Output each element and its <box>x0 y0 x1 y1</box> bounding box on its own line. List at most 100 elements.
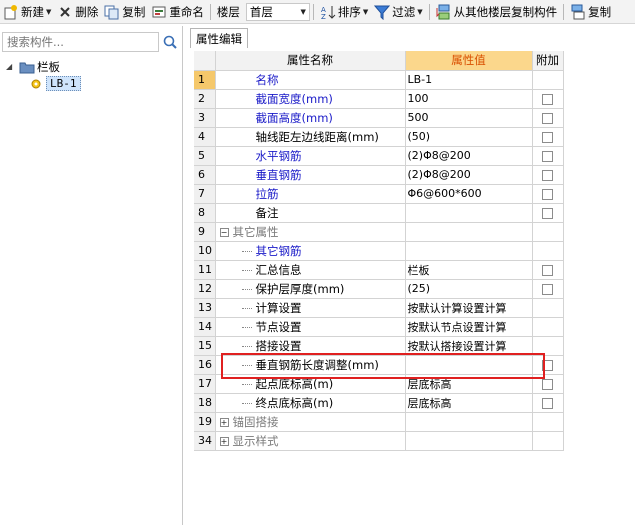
property-row[interactable]: 17 起点底标高(m) 层底标高 <box>194 374 564 394</box>
property-name-label: 节点设置 <box>255 319 302 334</box>
row-number[interactable]: 11 <box>194 260 216 280</box>
row-number[interactable]: 14 <box>194 317 216 337</box>
additional-checkbox[interactable] <box>542 169 553 181</box>
property-value-cell[interactable]: (2)Φ8@200 <box>405 146 533 166</box>
property-value-cell[interactable]: 500 <box>405 108 533 128</box>
collapse-icon[interactable]: − <box>219 227 229 237</box>
additional-checkbox[interactable] <box>542 150 553 162</box>
property-value-cell[interactable]: (25) <box>405 279 533 299</box>
property-value-cell[interactable] <box>405 241 533 261</box>
filter-funnel-icon <box>374 4 391 20</box>
row-number[interactable]: 34 <box>194 431 216 451</box>
property-value-cell[interactable]: 栏板 <box>405 260 533 280</box>
property-value-cell[interactable] <box>405 203 533 223</box>
additional-checkbox[interactable] <box>542 397 553 409</box>
additional-checkbox[interactable] <box>542 264 553 276</box>
row-number[interactable]: 15 <box>194 336 216 356</box>
additional-checkbox[interactable] <box>542 378 553 390</box>
property-value-cell[interactable]: 100 <box>405 89 533 109</box>
row-number[interactable]: 6 <box>194 165 216 185</box>
expand-icon[interactable]: + <box>219 436 229 446</box>
property-value-cell[interactable] <box>405 412 533 432</box>
additional-checkbox[interactable] <box>542 283 553 295</box>
additional-checkbox[interactable] <box>542 188 553 200</box>
additional-checkbox[interactable] <box>542 207 553 219</box>
property-row[interactable]: 5 水平钢筋 (2)Φ8@200 <box>194 146 564 166</box>
floor-select[interactable]: 首层 ▼ <box>245 2 310 21</box>
rename-button[interactable]: 重命名 <box>148 2 207 22</box>
property-row[interactable]: 14 节点设置 按默认节点设置计算 <box>194 317 564 337</box>
row-number[interactable]: 12 <box>194 279 216 299</box>
additional-checkbox[interactable] <box>542 359 553 371</box>
row-number[interactable]: 16 <box>194 355 216 375</box>
property-value-cell[interactable]: LB-1 <box>405 70 533 90</box>
additional-cell <box>532 336 564 356</box>
row-number[interactable]: 3 <box>194 108 216 128</box>
sort-label: 排序 <box>337 4 361 19</box>
property-value-cell[interactable] <box>405 222 533 242</box>
additional-checkbox[interactable] <box>542 112 553 124</box>
property-row[interactable]: 6 垂直钢筋 (2)Φ8@200 <box>194 165 564 185</box>
row-number[interactable]: 18 <box>194 393 216 413</box>
additional-checkbox[interactable] <box>542 131 553 143</box>
property-row[interactable]: 15 搭接设置 按默认搭接设置计算 <box>194 336 564 356</box>
row-number[interactable]: 5 <box>194 146 216 166</box>
property-value-cell[interactable]: 按默认计算设置计算 <box>405 298 533 318</box>
property-value-cell[interactable] <box>405 355 533 375</box>
search-input[interactable] <box>2 32 159 52</box>
row-number[interactable]: 19 <box>194 412 216 432</box>
property-value-cell[interactable]: 层底标高 <box>405 374 533 394</box>
row-number[interactable]: 13 <box>194 298 216 318</box>
tree-connector <box>241 288 252 290</box>
property-value-cell[interactable]: (50) <box>405 127 533 147</box>
property-value-cell[interactable]: (2)Φ8@200 <box>405 165 533 185</box>
row-number[interactable]: 1 <box>194 70 216 90</box>
property-row[interactable]: 10 其它钢筋 <box>194 241 564 261</box>
property-value-cell[interactable]: 按默认节点设置计算 <box>405 317 533 337</box>
new-button[interactable]: 新建 ▼ <box>0 2 54 22</box>
tab-property-edit[interactable]: 属性编辑 <box>190 28 248 48</box>
property-row[interactable]: 4 轴线距左边线距离(mm) (50) <box>194 127 564 147</box>
tree-leaf-label: LB-1 <box>46 76 81 91</box>
property-row[interactable]: 11 汇总信息 栏板 <box>194 260 564 280</box>
expand-icon[interactable]: + <box>219 417 229 427</box>
row-number[interactable]: 10 <box>194 241 216 261</box>
property-value-cell[interactable]: 按默认搭接设置计算 <box>405 336 533 356</box>
property-value-cell[interactable]: 层底标高 <box>405 393 533 413</box>
property-row[interactable]: 34 + 显示样式 <box>194 431 564 451</box>
row-number[interactable]: 7 <box>194 184 216 204</box>
copy-end-button[interactable]: 复制 <box>567 2 614 22</box>
search-icon[interactable] <box>162 34 178 50</box>
row-number[interactable]: 4 <box>194 127 216 147</box>
delete-button[interactable]: 删除 <box>54 2 101 22</box>
row-number[interactable]: 9 <box>194 222 216 242</box>
filter-button[interactable]: 过滤 ▼ <box>371 2 425 22</box>
toolbar-separator <box>563 3 565 20</box>
row-number[interactable]: 17 <box>194 374 216 394</box>
property-row[interactable]: 2 截面宽度(mm) 100 <box>194 89 564 109</box>
new-dropdown-arrow-icon[interactable]: ▼ <box>46 8 51 16</box>
row-number[interactable]: 2 <box>194 89 216 109</box>
expand-triangle-icon[interactable]: ◢ <box>6 62 16 71</box>
property-value-cell[interactable] <box>405 431 533 451</box>
property-value-cell[interactable]: Φ6@600*600 <box>405 184 533 204</box>
tree-item-railing[interactable]: ◢ 栏板 <box>6 58 81 75</box>
additional-cell <box>532 412 564 432</box>
additional-checkbox[interactable] <box>542 93 553 105</box>
sort-button[interactable]: AZ 排序 ▼ <box>317 2 371 22</box>
copy-button[interactable]: 复制 <box>101 2 148 22</box>
property-row[interactable]: 1 名称 LB-1 <box>194 70 564 90</box>
property-row[interactable]: 9− 其它属性 <box>194 222 564 242</box>
additional-cell <box>532 127 564 147</box>
property-row[interactable]: 13 计算设置 按默认计算设置计算 <box>194 298 564 318</box>
property-row[interactable]: 16 垂直钢筋长度调整(mm) <box>194 355 564 375</box>
copy-from-floor-button[interactable]: 从其他楼层复制构件 <box>433 2 561 22</box>
property-row[interactable]: 8 备注 <box>194 203 564 223</box>
property-row[interactable]: 18 终点底标高(m) 层底标高 <box>194 393 564 413</box>
property-row[interactable]: 7 拉筋 Φ6@600*600 <box>194 184 564 204</box>
property-row[interactable]: 19 + 锚固搭接 <box>194 412 564 432</box>
property-row[interactable]: 12 保护层厚度(mm) (25) <box>194 279 564 299</box>
property-row[interactable]: 3 截面高度(mm) 500 <box>194 108 564 128</box>
tree-item-lb1[interactable]: LB-1 <box>6 75 81 92</box>
row-number[interactable]: 8 <box>194 203 216 223</box>
